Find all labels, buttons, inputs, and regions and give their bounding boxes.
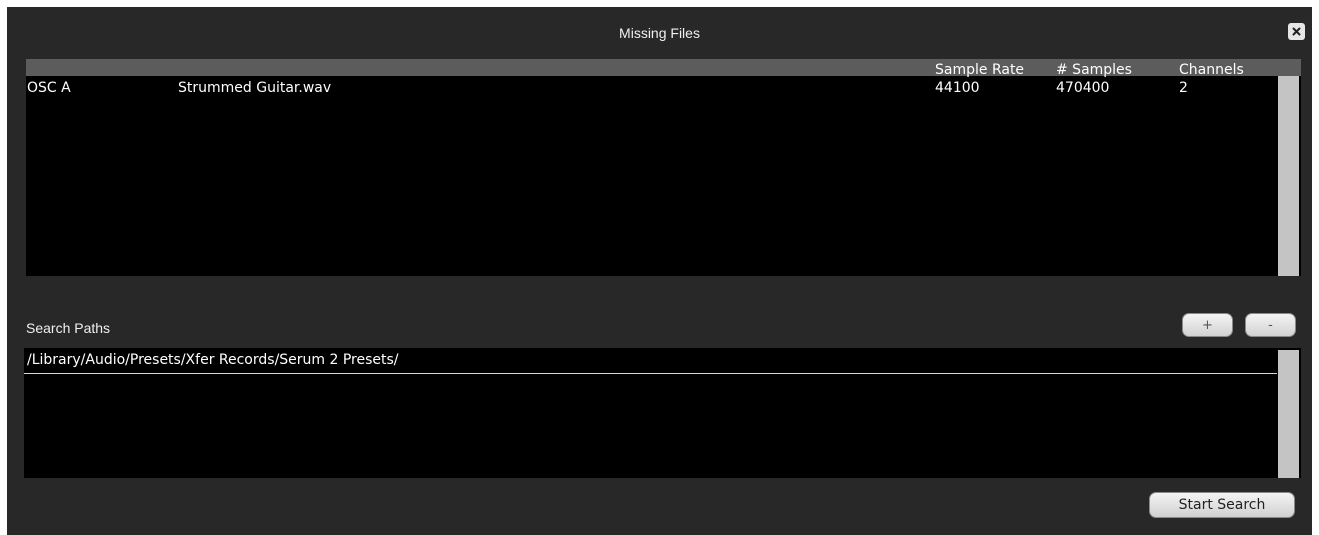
search-path-text: /Library/Audio/Presets/Xfer Records/Seru… [27, 352, 399, 368]
dialog-title: Missing Files [619, 25, 700, 41]
files-scrollbar[interactable] [1278, 76, 1299, 276]
cell-channels: 2 [1179, 80, 1188, 96]
add-path-button[interactable]: + [1182, 313, 1233, 337]
search-paths-list[interactable]: /Library/Audio/Presets/Xfer Records/Seru… [24, 348, 1301, 478]
missing-files-dialog: Missing Files Sample Rate # Samples Chan… [7, 7, 1312, 535]
paths-scrollbar[interactable] [1278, 350, 1299, 478]
missing-files-table[interactable]: Sample Rate # Samples Channels OSC A Str… [26, 59, 1301, 276]
minus-label: - [1268, 317, 1273, 333]
close-button[interactable] [1288, 23, 1305, 40]
start-search-label: Start Search [1178, 497, 1266, 513]
column-header-num-samples[interactable]: # Samples [1056, 62, 1132, 78]
column-header-sample-rate[interactable]: Sample Rate [935, 62, 1024, 78]
column-header-channels[interactable]: Channels [1179, 62, 1244, 78]
close-icon [1292, 27, 1301, 36]
cell-num-samples: 470400 [1056, 80, 1110, 96]
start-search-button[interactable]: Start Search [1149, 492, 1295, 518]
plus-label: + [1202, 317, 1213, 333]
list-item[interactable]: /Library/Audio/Presets/Xfer Records/Seru… [24, 348, 1277, 374]
cell-filename: Strummed Guitar.wav [178, 80, 332, 96]
cell-sample-rate: 44100 [935, 80, 980, 96]
cell-source: OSC A [27, 80, 71, 96]
table-header: Sample Rate # Samples Channels [26, 59, 1301, 78]
remove-path-button[interactable]: - [1245, 313, 1296, 337]
search-paths-label: Search Paths [26, 320, 111, 336]
